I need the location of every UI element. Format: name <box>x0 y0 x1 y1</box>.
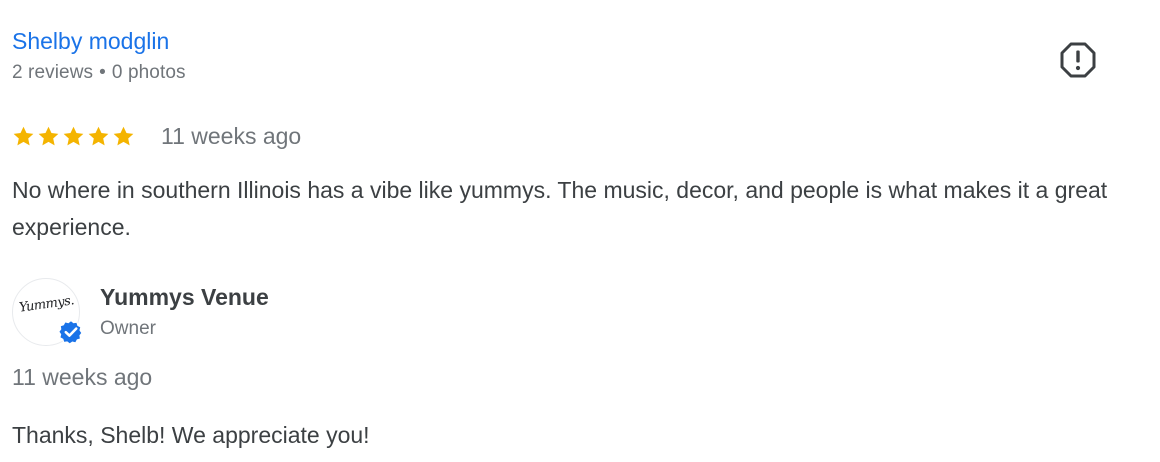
owner-role-label: Owner <box>100 318 156 339</box>
response-text: Thanks, Shelb! We appreciate you! <box>12 422 370 448</box>
response-date: 11 weeks ago <box>12 364 153 390</box>
review-date: 11 weeks ago <box>161 122 302 149</box>
reviewer-meta: 2 reviews • 0 photos <box>12 62 186 84</box>
avatar-logo-text: Yummys. <box>18 293 75 316</box>
report-review-button[interactable] <box>1058 40 1098 80</box>
owner-avatar[interactable]: Yummys. <box>12 278 83 346</box>
photos-count: 0 photos <box>111 62 186 83</box>
review-text: No where in southern Illinois has a vibe… <box>12 177 1108 240</box>
star-icon <box>88 126 109 145</box>
verified-check-icon <box>58 319 83 345</box>
star-icon <box>113 126 134 145</box>
review-card: Shelby modglin 2 reviews • 0 photos 11 wee… <box>12 0 1152 462</box>
reviewer-name-link[interactable]: Shelby modglin <box>12 28 169 55</box>
meta-separator: • <box>99 62 106 83</box>
rating-row: 11 weeks ago <box>12 120 301 152</box>
report-flag-icon <box>1060 42 1096 78</box>
star-icon <box>38 126 59 145</box>
star-icon <box>63 126 84 145</box>
star-icon <box>13 126 34 145</box>
star-rating <box>12 125 135 148</box>
owner-name: Yummys Venue <box>100 284 269 310</box>
reviews-count: 2 reviews <box>12 62 94 83</box>
